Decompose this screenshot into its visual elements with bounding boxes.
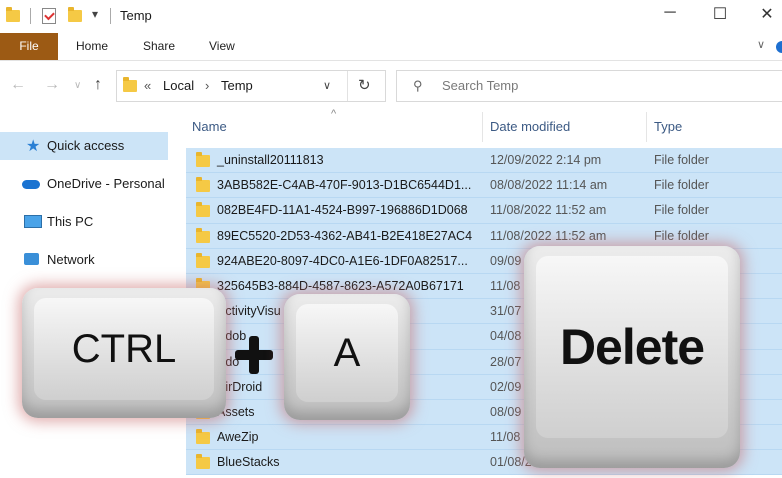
close-button[interactable]: ✕ [752,4,782,24]
folder-icon [196,202,210,218]
ctrl-keycap: CTRL [22,288,226,418]
breadcrumb-separator: › [205,78,210,93]
file-date: 09/09 [490,253,522,268]
file-name: 082BE4FD-11A1-4524-B997-196886D1D068 [217,203,468,218]
breadcrumb-overflow[interactable]: « [144,78,151,93]
search-box[interactable]: ⚲ Search Temp [396,70,782,102]
folder-icon [196,152,210,167]
up-arrow-icon[interactable]: ↑ [94,76,102,94]
delete-key-label: Delete [559,319,705,375]
refresh-icon[interactable]: ↻ [358,76,371,94]
file-date: 11/08 [490,430,521,445]
file-name: 325645B3-884D-4587-8623-A572A0B67171 [217,278,464,293]
tab-view[interactable]: View [209,39,235,53]
navigation-bar: ← → ∨ ↑ « Local › Temp ∨ ↻ ⚲ Search Temp [0,64,782,108]
ctrl-key-label: CTRL [71,326,177,371]
sidebar-item-label: Network [47,252,95,267]
folder-icon [196,252,210,268]
minimize-button[interactable]: ─ [655,4,685,22]
file-name: BlueStacks [217,455,280,470]
folder-icon [196,177,210,193]
file-date: 08/08/2022 11:14 am [490,178,608,193]
divider [110,8,111,24]
divider [482,112,483,142]
column-header-type[interactable]: Type [654,119,682,134]
file-name: 89EC5520-2D53-4362-AB41-B2E418E27AC4 [217,228,473,243]
file-type: File folder [654,203,709,218]
table-row[interactable]: _uninstall20111813 12/09/2022 2:14 pm File… [186,148,782,174]
new-folder-icon[interactable] [68,7,82,22]
tab-file[interactable]: File [0,33,58,60]
column-header-date-modified[interactable]: Date modified [490,119,570,134]
help-icon[interactable] [776,41,782,53]
file-type: File folder [654,228,709,243]
file-name: AweZip [217,430,259,445]
ribbon-tabs: File Home Share View ∨ [0,32,782,61]
file-name: 924ABE20-8097-4DC0-A1E6-1DF0A82517... [217,253,468,268]
address-bar[interactable]: « Local › Temp ∨ ↻ [116,70,386,102]
sidebar-item-network[interactable]: Network [0,246,168,274]
file-name: 3ABB582E-C4AB-470F-9013-D1BC6544D1... [217,178,472,193]
folder-icon [196,227,210,243]
cloud-icon [22,180,40,189]
file-name: _uninstall20111813 [217,153,324,167]
table-row[interactable]: 89EC5520-2D53-4362-AB41-B2E418E27AC4 11/0… [186,223,782,249]
delete-keycap: Delete [524,246,740,468]
sidebar-item-quick-access[interactable]: ★ Quick access [0,132,168,160]
plus-icon [235,336,273,374]
file-date: 11/08 [490,278,521,293]
window-title: Temp [120,8,152,23]
folder-icon [196,454,210,470]
table-row[interactable]: 082BE4FD-11A1-4524-B997-196886D1D068 11/0… [186,198,782,224]
address-dropdown-chevron-icon[interactable]: ∨ [323,79,331,92]
sidebar-item-label: Quick access [47,138,125,153]
file-date: 02/09 [490,379,522,394]
sidebar-item-this-pc[interactable]: This PC [0,208,168,236]
file-name: ActivityVisu [217,304,281,319]
recent-locations-chevron-icon[interactable]: ∨ [74,80,81,91]
network-icon [24,253,39,265]
folder-icon [196,429,210,445]
file-date: 31/07 [490,304,522,319]
divider [347,71,348,101]
file-date: 12/09/2022 2:14 pm [490,153,602,167]
sidebar-item-label: OneDrive - Personal [47,176,165,191]
sidebar-item-label: This PC [47,214,94,229]
a-keycap: A [284,294,410,420]
column-header-name[interactable]: Name [192,119,227,134]
file-type: File folder [654,178,709,193]
table-row[interactable]: 3ABB582E-C4AB-470F-9013-D1BC6544D1... 08/… [186,173,782,199]
quick-access-toolbar-dropdown-icon[interactable]: ▾ [92,7,98,21]
file-date: 11/08/2022 11:52 am [490,228,607,243]
sort-ascending-icon: ^ [331,108,337,120]
divider [30,8,31,24]
file-date: 08/09 [490,404,522,419]
folder-icon [6,7,20,22]
file-type: File folder [654,153,709,167]
tab-home[interactable]: Home [76,39,108,53]
pc-icon [24,215,42,228]
file-date: 11/08/2022 11:52 am [490,203,607,218]
search-input[interactable]: Search Temp [442,78,518,93]
ctrl-key-face: CTRL [34,298,214,400]
a-key-label: A [333,330,361,375]
properties-icon[interactable] [42,8,56,24]
divider [646,112,647,142]
file-date: 04/08 [490,329,522,344]
maximize-button[interactable]: ☐ [705,4,735,24]
folder-icon [123,77,137,92]
forward-arrow-icon[interactable]: → [44,76,60,94]
tab-share[interactable]: Share [143,39,175,53]
file-date: 28/07 [490,354,522,369]
back-arrow-icon[interactable]: ← [10,76,26,94]
breadcrumb-local[interactable]: Local [163,78,194,93]
a-key-face: A [296,304,398,402]
search-icon: ⚲ [413,78,423,93]
title-bar: ▾ Temp ─ ☐ ✕ [0,0,782,32]
sidebar-item-onedrive[interactable]: OneDrive - Personal [0,170,168,198]
star-icon: ★ [26,138,41,155]
delete-key-face: Delete [536,256,728,438]
expand-ribbon-chevron-icon[interactable]: ∨ [757,38,765,51]
breadcrumb-temp[interactable]: Temp [221,78,253,93]
